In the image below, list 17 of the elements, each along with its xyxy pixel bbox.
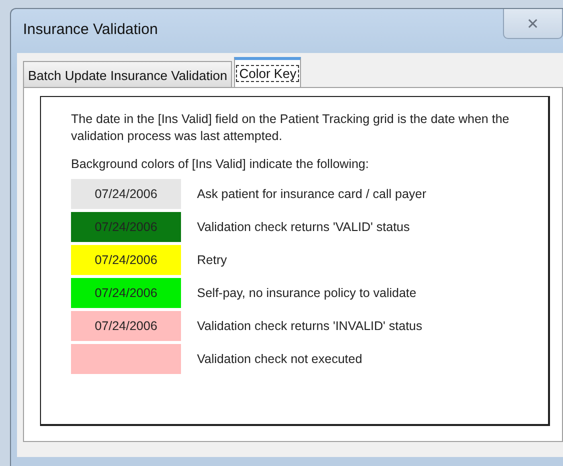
legend-description: Validation check returns 'INVALID' status — [197, 318, 422, 332]
color-swatch: 07/24/2006 — [71, 212, 181, 242]
legend-heading: Background colors of [Ins Valid] indicate the following: — [71, 157, 370, 171]
tab[interactable]: Color Key — [234, 57, 302, 87]
legend-description: Validation check not executed — [197, 352, 362, 366]
intro-text: The date in the [Ins Valid] field on the Patient Tracking grid is the date when the validation process was last attempted. — [71, 111, 510, 145]
legend-description: Ask patient for insurance card / call payer — [197, 186, 426, 200]
color-swatch: 07/24/2006 — [71, 310, 181, 340]
window-title: Insurance Validation — [23, 20, 159, 38]
legend-description: Validation check returns 'VALID' status — [197, 220, 410, 234]
color-swatch: 07/24/2006 — [71, 178, 181, 208]
legend-description: Retry — [197, 252, 227, 266]
close-button[interactable]: ✕ — [503, 9, 563, 39]
color-swatch: 07/24/2006 — [71, 244, 181, 274]
legend-description: Self-pay, no insurance policy to validate — [197, 286, 416, 300]
tab[interactable]: Batch Update Insurance Validation — [23, 61, 232, 87]
color-swatch: 07/24/2006 — [71, 278, 181, 308]
